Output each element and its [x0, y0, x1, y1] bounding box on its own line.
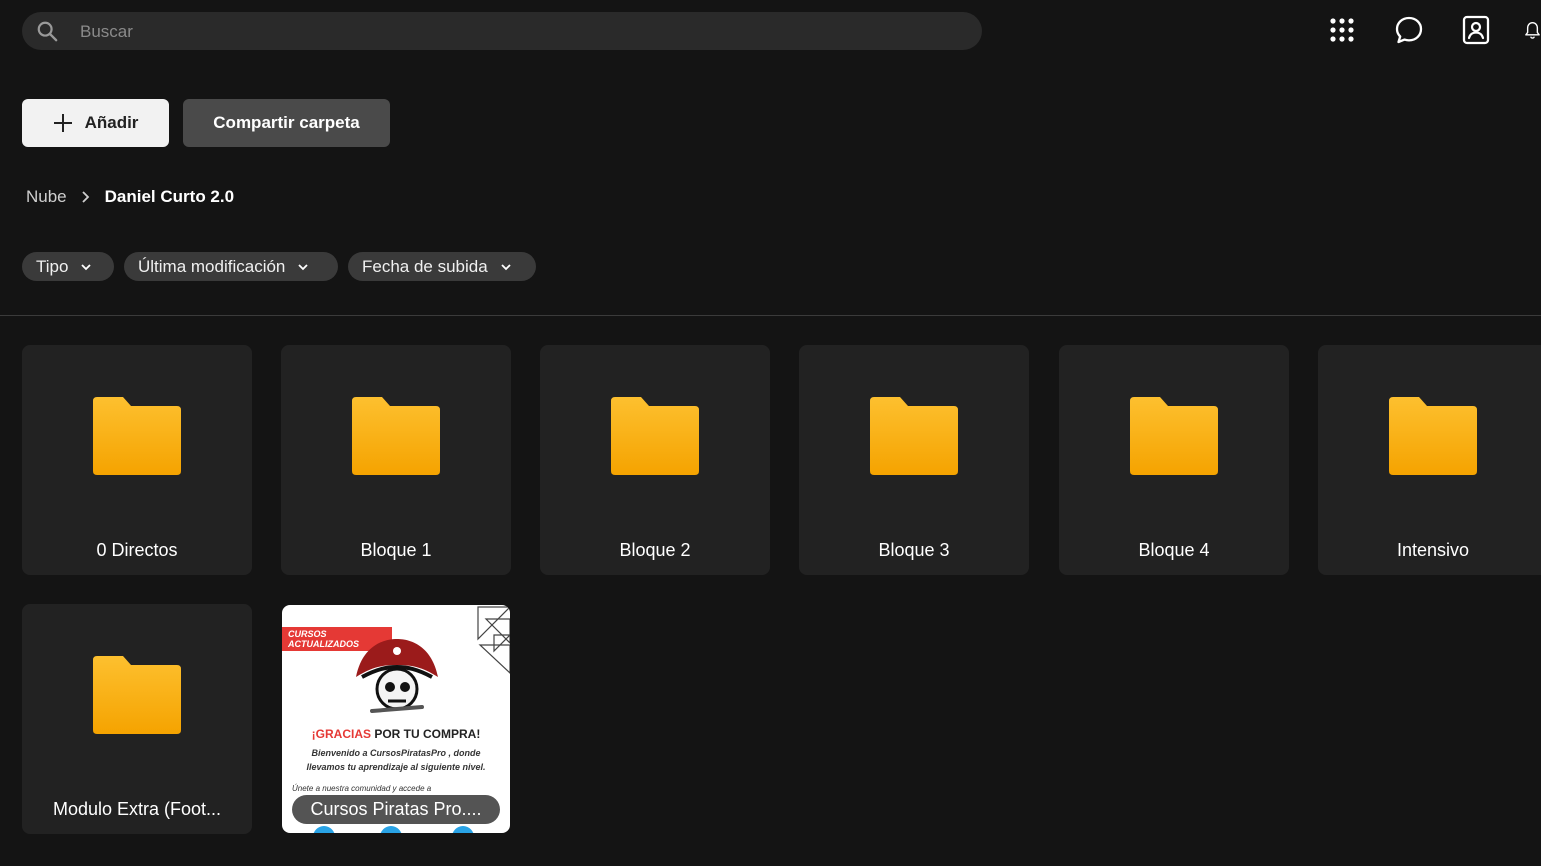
share-folder-button-label: Compartir carpeta — [213, 113, 360, 132]
thumbnail-line-1: Bienvenido a CursosPiratasPro , donde — [311, 748, 481, 758]
filter-type-label: Tipo — [36, 256, 69, 276]
thumbnail-line-3: Únete a nuestra comunidad y accede a — [292, 784, 432, 793]
search-input[interactable] — [78, 12, 962, 52]
folder-tile[interactable]: Bloque 4 — [1059, 345, 1289, 575]
folder-tile[interactable]: 0 Directos — [22, 345, 252, 575]
breadcrumb-root[interactable]: Nube — [26, 187, 67, 207]
search-bar[interactable] — [22, 12, 982, 52]
filter-upload-date-label: Fecha de subida — [362, 256, 488, 276]
chevron-down-icon — [81, 263, 92, 270]
contact-icon[interactable] — [1460, 14, 1492, 46]
folder-icon — [93, 397, 181, 475]
folder-icon — [1389, 397, 1477, 475]
breadcrumb: Nube Daniel Curto 2.0 — [26, 185, 234, 209]
thumbnail-line-2: llevamos tu aprendizaje al siguiente niv… — [306, 762, 486, 772]
folder-name: Bloque 3 — [878, 540, 950, 560]
apps-grid-icon[interactable] — [1326, 14, 1358, 46]
folder-name: Modulo Extra (Foot... — [52, 799, 222, 819]
add-button-label: Añadir — [84, 113, 139, 132]
folder-tile[interactable]: Intensivo — [1318, 345, 1541, 575]
share-folder-button[interactable]: Compartir carpeta — [183, 99, 390, 147]
folder-icon — [93, 656, 181, 734]
pirate-logo-icon — [356, 639, 438, 713]
chevron-right-icon — [82, 191, 89, 203]
folder-name: Bloque 1 — [360, 540, 432, 560]
social-icon — [380, 826, 402, 833]
folder-name: Intensivo — [1396, 540, 1470, 560]
breadcrumb-current: Daniel Curto 2.0 — [104, 187, 235, 206]
folder-tile[interactable]: Bloque 2 — [540, 345, 770, 575]
triangles-decoration — [477, 606, 510, 674]
file-tile[interactable]: CURSOS ACTUALIZADOS ¡GRACIAS POR TU COMP… — [282, 605, 510, 833]
social-icon — [313, 826, 335, 833]
search-icon — [37, 21, 58, 42]
folder-name: Bloque 2 — [619, 540, 691, 560]
folder-icon — [870, 397, 958, 475]
social-icon — [452, 826, 474, 833]
folder-icon — [611, 397, 699, 475]
folder-name: 0 Directos — [96, 540, 178, 560]
bell-icon[interactable] — [1524, 14, 1541, 46]
thumbnail-headline: ¡GRACIAS POR TU COMPRA! — [311, 727, 481, 741]
divider — [0, 315, 1541, 316]
folder-icon — [352, 397, 440, 475]
folder-name: Bloque 4 — [1138, 540, 1210, 560]
plus-icon — [53, 114, 72, 132]
file-name: Cursos Piratas Pro.... — [292, 795, 500, 824]
folder-tile[interactable]: Bloque 3 — [799, 345, 1029, 575]
filter-upload-date[interactable]: Fecha de subida — [348, 252, 536, 281]
add-button[interactable]: Añadir — [22, 99, 169, 147]
chevron-down-icon — [501, 263, 511, 270]
filter-type[interactable]: Tipo — [22, 252, 114, 281]
chevron-down-icon — [298, 263, 309, 270]
folder-tile[interactable]: Bloque 1 — [281, 345, 511, 575]
filter-last-modified[interactable]: Última modificación — [124, 252, 338, 281]
filter-last-modified-label: Última modificación — [138, 256, 286, 276]
chat-icon[interactable] — [1393, 14, 1425, 46]
folder-icon — [1130, 397, 1218, 475]
top-bar — [0, 0, 1541, 62]
folder-tile[interactable]: Modulo Extra (Foot... — [22, 604, 252, 834]
